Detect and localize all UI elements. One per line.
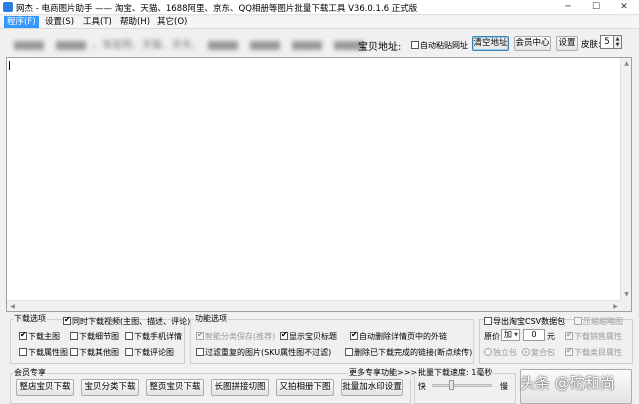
menu-program[interactable]: 程序(F) xyxy=(4,16,39,28)
app-icon xyxy=(3,2,13,12)
skin-input[interactable]: 5 xyxy=(600,35,614,49)
auto-paste-checkbox[interactable]: 自动粘贴网址 xyxy=(411,40,468,51)
download-options-title: 下载选项 xyxy=(13,313,47,324)
settings-button[interactable]: 设置 xyxy=(556,36,578,51)
maximize-button[interactable]: ☐ xyxy=(582,0,610,14)
member-center-button[interactable]: 会员中心 xyxy=(514,36,551,51)
download-detail-image-checkbox[interactable]: 下载细节图 xyxy=(70,331,119,342)
minimize-button[interactable]: ─ xyxy=(554,0,582,14)
sales-attr-checkbox[interactable]: 下载销售属性 xyxy=(565,330,622,342)
whole-shop-download-button[interactable]: 整店宝贝下载 xyxy=(16,379,74,396)
smart-category-checkbox[interactable]: 智能分类保存(推荐) xyxy=(196,330,275,342)
category-attr-checkbox[interactable]: 下载类目属性 xyxy=(565,346,622,358)
delete-finished-checkbox[interactable]: 删除已下载完成的链接(断点续传) xyxy=(345,347,472,358)
long-image-stitch-button[interactable]: 长图拼接切图 xyxy=(211,379,269,396)
download-main-image-checkbox[interactable]: 下载主图 xyxy=(19,330,60,342)
chevron-down-icon: ▼ xyxy=(514,332,518,338)
price-unit: 元 xyxy=(547,332,555,341)
window-title: 网杰 - 电商图片助手 —— 淘宝、天猫、1688阿里、京东、QQ相册等图片批量… xyxy=(16,4,418,14)
function-options-title: 功能选项 xyxy=(194,313,228,324)
price-op-select[interactable]: 加 ▼ xyxy=(501,329,520,341)
download-review-image-checkbox[interactable]: 下载评论图 xyxy=(125,347,174,358)
scroll-up-icon[interactable]: ▲ xyxy=(621,58,632,69)
speed-slider[interactable] xyxy=(432,384,492,387)
text-caret xyxy=(9,61,10,70)
export-csv-checkbox[interactable]: 导出淘宝CSV数据包 xyxy=(484,316,565,327)
menu-help[interactable]: 帮助(H) xyxy=(117,16,153,28)
title-bar: 网杰 - 电商图片助手 —— 淘宝、天猫、1688阿里、京东、QQ相册等图片批量… xyxy=(0,0,639,15)
batch-watermark-button[interactable]: 批量加水印设置 xyxy=(341,379,403,396)
close-button[interactable]: ✕ xyxy=(610,0,638,14)
menu-tools[interactable]: 工具(T) xyxy=(80,16,115,28)
checkbox-box xyxy=(411,41,419,49)
member-title: 会员专享 xyxy=(13,367,47,378)
address-label: 宝贝地址: xyxy=(358,42,402,53)
toutiao-watermark: 头条 @砣和尚 xyxy=(520,374,615,392)
youpai-album-download-button[interactable]: 又拍相册下图 xyxy=(276,379,334,396)
speed-slider-thumb[interactable] xyxy=(448,380,454,390)
whole-page-download-button[interactable]: 整页宝贝下载 xyxy=(146,379,204,396)
menu-other[interactable]: 其它(O) xyxy=(154,16,190,28)
combined-radio[interactable]: 复合包 xyxy=(522,347,555,358)
horizontal-scrollbar[interactable]: ◀ ▶ xyxy=(7,300,621,311)
vertical-scrollbar[interactable]: ▲ ▼ xyxy=(620,58,631,311)
price-value-input[interactable]: 0 xyxy=(523,329,545,341)
speed-fast-label: 快 xyxy=(418,382,426,391)
download-other-image-checkbox[interactable]: 下载其他图 xyxy=(70,347,119,358)
skin-label: 皮肤: xyxy=(581,40,601,50)
price-label: 原价 xyxy=(484,332,500,341)
skin-spinner[interactable]: ▲ ▼ xyxy=(614,35,622,49)
scroll-corner xyxy=(620,300,631,311)
filter-duplicates-checkbox[interactable]: 过滤重复的图片(SKU属性图不过滤) xyxy=(196,347,331,358)
url-input-area[interactable]: ▲ ▼ ◀ ▶ xyxy=(6,57,632,312)
menu-bar: 程序(F) 设置(S) 工具(T) 帮助(H) 其它(O) xyxy=(0,16,639,29)
show-title-checkbox[interactable]: 显示宝贝标题 xyxy=(280,330,337,342)
clear-address-button[interactable]: 清空地址 xyxy=(472,36,509,51)
scroll-down-icon[interactable]: ▼ xyxy=(621,289,632,300)
download-video-checkbox[interactable]: 同时下载视频(主图、描述、评论) xyxy=(63,315,190,327)
scroll-left-icon[interactable]: ◀ xyxy=(7,301,18,312)
batch-speed-title: 批量下载速度: 1毫秒 xyxy=(417,367,494,378)
auto-delete-links-checkbox[interactable]: 自动删除详情页中的外链 xyxy=(350,330,447,342)
download-attr-image-checkbox[interactable]: 下载属性图 xyxy=(19,347,68,358)
download-mobile-detail-checkbox[interactable]: 下载手机详情 xyxy=(125,331,182,342)
speed-slow-label: 慢 xyxy=(500,382,508,391)
blurred-supported-sites: 、淘宝网、天猫、京东、 xyxy=(8,36,370,51)
category-download-button[interactable]: 宝贝分类下载 xyxy=(81,379,139,396)
compress-thumb-checkbox[interactable]: 压缩缩略图 xyxy=(574,316,623,327)
menu-settings[interactable]: 设置(S) xyxy=(42,16,77,28)
more-features-link[interactable]: 更多专享功能>>> xyxy=(348,367,419,378)
standalone-radio[interactable]: 独立包 xyxy=(484,347,517,358)
